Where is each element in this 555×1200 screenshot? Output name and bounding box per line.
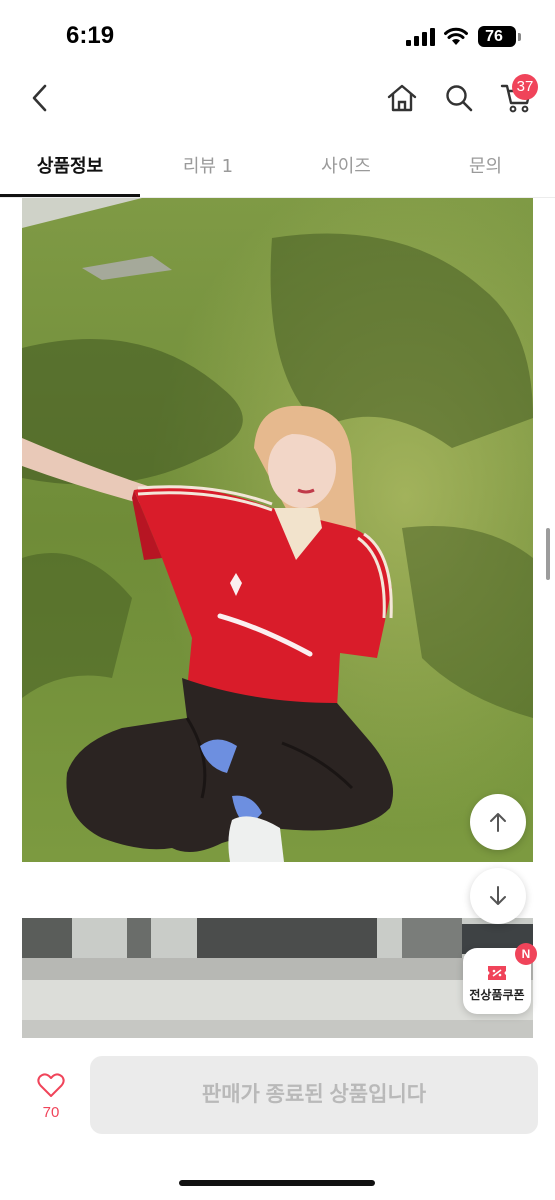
cellular-signal-icon: [406, 28, 435, 46]
battery-icon: 76: [478, 26, 516, 47]
chevron-left-icon: [32, 84, 47, 112]
status-time: 6:19: [66, 22, 115, 49]
tab-product-info[interactable]: 상품정보: [0, 152, 140, 184]
product-photo: [22, 198, 533, 862]
heart-icon: [37, 1073, 65, 1097]
wifi-icon: [444, 27, 468, 45]
battery-cap: [518, 33, 521, 41]
like-count: 70: [42, 1104, 60, 1121]
battery-level: 76: [485, 28, 503, 45]
product-tabs: 상품정보 리뷰 1 사이즈 문의: [0, 140, 555, 198]
active-tab-indicator: [0, 194, 140, 197]
cart-count-badge: 37: [512, 74, 538, 100]
search-icon: [446, 85, 473, 112]
bottom-action-bar: 70 판매가 종료된 상품입니다: [0, 1040, 555, 1200]
back-button[interactable]: [22, 80, 58, 116]
product-photo-image: [22, 198, 533, 862]
arrow-down-icon: [490, 886, 506, 905]
home-indicator: [179, 1180, 375, 1186]
scrollbar[interactable]: [546, 528, 550, 580]
coupon-icon: [488, 966, 506, 980]
status-bar: 6:19 76: [0, 0, 555, 70]
tab-reviews[interactable]: 리뷰 1: [140, 152, 276, 184]
home-button[interactable]: [384, 80, 420, 116]
tab-size[interactable]: 사이즈: [276, 152, 416, 184]
new-badge: N: [515, 943, 537, 965]
top-nav: [0, 70, 555, 130]
scroll-bottom-button[interactable]: [470, 868, 526, 924]
like-button[interactable]: 70: [30, 1072, 72, 1128]
tab-inquiry[interactable]: 문의: [416, 152, 555, 184]
product-photo-2: [22, 918, 533, 1038]
product-photo-2-image: [22, 918, 533, 1038]
search-button[interactable]: [441, 80, 477, 116]
scroll-top-button[interactable]: [470, 794, 526, 850]
coupon-label: 전상품쿠폰: [469, 988, 525, 1002]
home-icon: [387, 84, 417, 112]
arrow-up-icon: [490, 813, 506, 832]
sold-out-button: 판매가 종료된 상품입니다: [90, 1056, 538, 1134]
